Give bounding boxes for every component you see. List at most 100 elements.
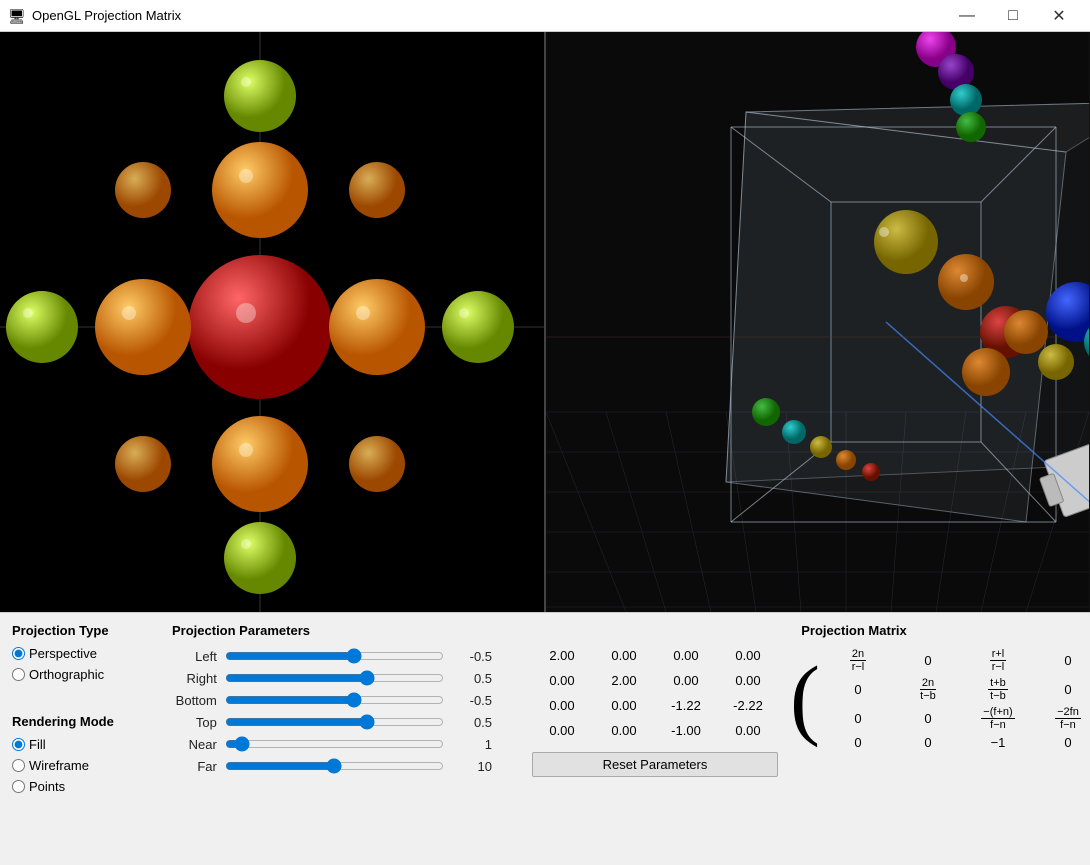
- params-panel: Projection Parameters Left -0.5 Right 0.…: [172, 623, 492, 855]
- orthographic-label: Orthographic: [29, 667, 104, 682]
- projection-type-panel: Projection Type Perspective Orthographic: [12, 623, 132, 682]
- param-value-bottom: -0.5: [452, 693, 492, 708]
- formula-r3c3: 0: [1034, 735, 1090, 750]
- matrix-cell-3-1: 0.00: [594, 719, 654, 742]
- projection-type-title: Projection Type: [12, 623, 132, 638]
- formula-r1c2: t+b t−b: [964, 677, 1032, 702]
- window-title: OpenGL Projection Matrix: [32, 8, 181, 23]
- params-title: Projection Parameters: [172, 623, 492, 638]
- formula-r0c3: 0: [1034, 648, 1090, 673]
- numeric-matrix: 2.00 0.00 0.00 0.00 0.00 2.00 0.00 0.00 …: [532, 644, 778, 777]
- param-label-left: Left: [172, 649, 217, 664]
- points-option[interactable]: Points: [12, 779, 132, 794]
- param-label-far: Far: [172, 759, 217, 774]
- formula-r1c0: 0: [824, 677, 892, 702]
- frac-tpb-tb: t+b t−b: [964, 677, 1032, 702]
- formula-r2c2: −(f+n) f−n: [964, 706, 1032, 731]
- matrix-cell-2-3: -2.22: [718, 694, 778, 717]
- perspective-option[interactable]: Perspective: [12, 646, 132, 661]
- matrix-cell-0-0: 2.00: [532, 644, 592, 667]
- param-label-top: Top: [172, 715, 217, 730]
- formula-r3c0: 0: [824, 735, 892, 750]
- param-value-top: 0.5: [452, 715, 492, 730]
- fill-label: Fill: [29, 737, 46, 752]
- formula-r2c1: 0: [894, 706, 962, 731]
- matrix-cell-3-3: 0.00: [718, 719, 778, 742]
- param-slider-top[interactable]: [225, 714, 444, 730]
- wireframe-radio[interactable]: [12, 759, 25, 772]
- frac-fpn-fn: −(f+n) f−n: [964, 706, 1032, 731]
- param-row-near: Near 1: [172, 736, 492, 752]
- matrix-cell-1-3: 0.00: [718, 669, 778, 692]
- param-slider-far[interactable]: [225, 758, 444, 774]
- formula-grid: 2n r−l 0 r+l r−l 0: [820, 644, 1090, 754]
- frac-2n-tb: 2n t−b: [894, 677, 962, 702]
- left-scene: [0, 32, 544, 612]
- formula-r2c3: −2fn f−n: [1034, 706, 1090, 731]
- rendering-mode-panel: Rendering Mode Fill Wireframe Points: [12, 714, 132, 794]
- left-bracket: (: [790, 654, 820, 744]
- matrix-grid: 2.00 0.00 0.00 0.00 0.00 2.00 0.00 0.00 …: [532, 644, 778, 742]
- left-viewport: [0, 32, 544, 612]
- rendering-mode-title: Rendering Mode: [12, 714, 132, 729]
- perspective-radio[interactable]: [12, 647, 25, 660]
- title-bar: 🖥 OpenGL Projection Matrix — □ ✕: [0, 0, 1090, 32]
- points-radio[interactable]: [12, 780, 25, 793]
- matrix-cell-0-1: 0.00: [594, 644, 654, 667]
- maximize-button[interactable]: □: [990, 0, 1036, 32]
- matrix-cell-1-2: 0.00: [656, 669, 716, 692]
- param-value-left: -0.5: [452, 649, 492, 664]
- fill-radio[interactable]: [12, 738, 25, 751]
- orthographic-radio[interactable]: [12, 668, 25, 681]
- matrix-cell-2-1: 0.00: [594, 694, 654, 717]
- matrix-cell-0-3: 0.00: [718, 644, 778, 667]
- fill-option[interactable]: Fill: [12, 737, 132, 752]
- param-slider-near[interactable]: [225, 736, 444, 752]
- formula-r1c1: 2n t−b: [894, 677, 962, 702]
- formula-r2c0: 0: [824, 706, 892, 731]
- param-row-far: Far 10: [172, 758, 492, 774]
- close-button[interactable]: ✕: [1036, 0, 1082, 32]
- reset-button[interactable]: Reset Parameters: [532, 752, 778, 777]
- formula-r0c1: 0: [894, 648, 962, 673]
- param-label-near: Near: [172, 737, 217, 752]
- param-row-bottom: Bottom -0.5: [172, 692, 492, 708]
- viewports-row: [0, 32, 1090, 612]
- matrix-cell-1-1: 2.00: [594, 669, 654, 692]
- param-row-left: Left -0.5: [172, 648, 492, 664]
- projection-type-group: Perspective Orthographic: [12, 646, 132, 682]
- matrix-cell-2-2: -1.22: [656, 694, 716, 717]
- matrix-cell-0-2: 0.00: [656, 644, 716, 667]
- right-viewport: [546, 32, 1090, 612]
- param-label-right: Right: [172, 671, 217, 686]
- formula-r3c2: −1: [964, 735, 1032, 750]
- param-slider-right[interactable]: [225, 670, 444, 686]
- formula-r1c3: 0: [1034, 677, 1090, 702]
- title-bar-left: 🖥 OpenGL Projection Matrix: [8, 8, 181, 24]
- controls-left: Projection Type Perspective Orthographic…: [12, 623, 132, 855]
- frac-2n-rl: 2n r−l: [824, 648, 892, 673]
- param-row-right: Right 0.5: [172, 670, 492, 686]
- formula-r0c0: 2n r−l: [824, 648, 892, 673]
- window-controls: — □ ✕: [944, 0, 1082, 32]
- matrix-formula-row: 2.00 0.00 0.00 0.00 0.00 2.00 0.00 0.00 …: [532, 644, 1090, 777]
- app-icon: 🖥: [8, 8, 24, 24]
- matrix-cell-3-2: -1.00: [656, 719, 716, 742]
- matrix-cell-2-0: 0.00: [532, 694, 592, 717]
- orthographic-option[interactable]: Orthographic: [12, 667, 132, 682]
- frac-2fn-fn: −2fn f−n: [1034, 706, 1090, 731]
- points-label: Points: [29, 779, 65, 794]
- param-slider-left[interactable]: [225, 648, 444, 664]
- formula-r3c1: 0: [894, 735, 962, 750]
- frac-rpl-rl: r+l r−l: [964, 648, 1032, 673]
- wireframe-option[interactable]: Wireframe: [12, 758, 132, 773]
- main-container: Projection Type Perspective Orthographic…: [0, 32, 1090, 865]
- minimize-button[interactable]: —: [944, 0, 990, 32]
- matrix-title: Projection Matrix: [801, 623, 906, 638]
- matrix-section: Projection Matrix 2.00 0.00 0.00 0.00 0.…: [532, 623, 1090, 855]
- rendering-mode-group: Fill Wireframe Points: [12, 737, 132, 794]
- matrix-cell-3-0: 0.00: [532, 719, 592, 742]
- controls-row: Projection Type Perspective Orthographic…: [0, 612, 1090, 865]
- param-value-far: 10: [452, 759, 492, 774]
- param-slider-bottom[interactable]: [225, 692, 444, 708]
